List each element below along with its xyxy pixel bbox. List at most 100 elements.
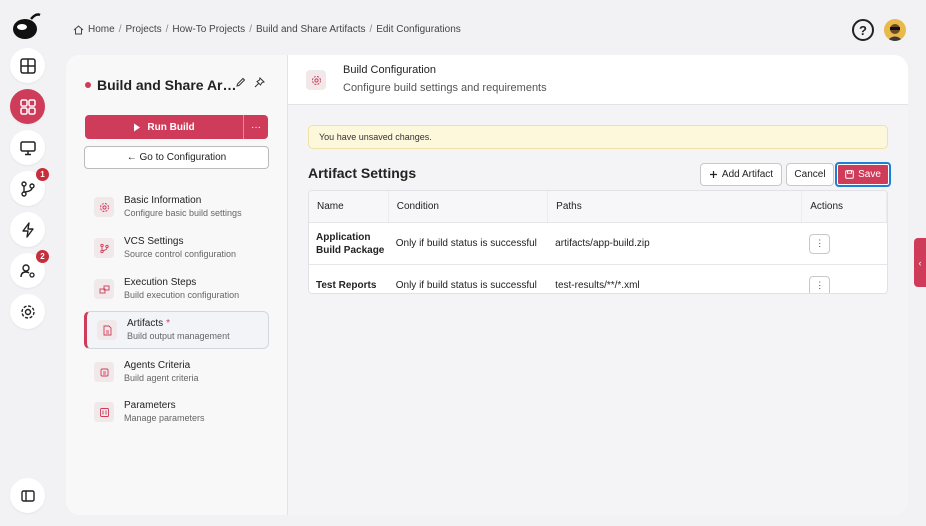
artifact-condition: Only if build status is successful [395,238,537,249]
artifact-actions: ⋮ [802,265,887,293]
nav-item-subtitle: Configure basic build settings [124,208,242,218]
help-button[interactable]: ? [852,19,874,41]
pin-icon[interactable] [254,77,265,88]
app-logo-icon[interactable] [11,11,41,41]
nav-item-title: VCS Settings [124,236,184,247]
page-title: Build Configuration [343,64,436,76]
breadcrumb-home[interactable]: Home [88,24,115,35]
column-header-condition[interactable]: Condition [388,191,549,222]
column-header-paths[interactable]: Paths [548,191,803,222]
edit-icon[interactable] [235,77,246,88]
breadcrumb-separator: / [165,24,169,35]
artifact-actions: ⋮ [802,223,887,264]
monitor-button[interactable] [10,130,45,165]
add-artifact-label: Add Artifact [721,169,774,180]
artifacts-table: Name Condition Paths Actions Application… [308,190,888,294]
nav-artifacts[interactable]: Artifacts * Build output management [84,311,269,349]
nav-item-subtitle: Build output management [127,331,230,341]
nav-item-subtitle: Build agent criteria [124,373,199,383]
artifact-paths: test-results/**/*.xml [555,280,640,291]
collapse-sidebar-button[interactable] [10,478,45,513]
save-icon [845,170,854,179]
home-icon[interactable] [73,24,84,35]
header-actions: ? [852,19,906,41]
unsaved-marker: * [166,318,171,329]
projects-button[interactable] [10,89,45,124]
row-actions-button[interactable]: ⋮ [809,233,831,254]
column-header-name[interactable]: Name [309,191,389,222]
user-gear-icon [19,263,35,278]
nav-vcs-settings[interactable]: VCS Settings Source control configuration [84,230,269,268]
add-artifact-button[interactable]: Add Artifact [700,163,782,186]
avatar[interactable] [884,19,906,41]
avatar-image [887,24,903,41]
user-settings-button[interactable]: 2 [10,250,49,288]
nav-parameters[interactable]: Parameters Manage parameters [84,394,269,432]
gear-icon [94,197,114,217]
sidebar-icon [20,489,35,502]
nav-item-title: Artifacts [127,318,164,329]
lightning-icon [21,221,34,238]
branch-icon [94,238,114,258]
steps-icon [94,279,114,299]
config-sidebar: Build and Share Ar… Run Build ··· ← Go t… [66,55,288,515]
triggers-button[interactable] [10,212,45,247]
users-count-badge: 2 [36,250,49,263]
gear-icon [20,304,35,319]
settings-button[interactable] [10,294,45,329]
main-card: Build and Share Ar… Run Build ··· ← Go t… [66,55,908,515]
save-button[interactable]: Save [835,162,891,187]
vcs-button[interactable]: 1 [10,168,49,206]
play-icon [134,123,141,131]
expand-panel-tab[interactable]: ‹ [914,238,926,287]
grid-icon [19,98,36,115]
nav-item-title: Parameters [124,400,176,411]
vcs-count-badge: 1 [36,168,49,181]
dashboard-button[interactable] [10,48,45,83]
page-subtitle: Configure build settings and requirement… [343,82,547,94]
nav-basic-information[interactable]: Basic Information Configure basic build s… [84,189,269,227]
artifact-name: Test Reports [316,280,377,291]
nav-rail: 1 2 [0,0,54,526]
file-icon [97,320,117,340]
row-actions-button[interactable]: ⋮ [809,275,831,293]
branch-icon [20,180,35,197]
nav-item-title-row: Artifacts * [127,318,230,329]
breadcrumb-projects[interactable]: Projects [125,24,161,35]
section-title: Artifact Settings [308,165,417,181]
config-title: Build and Share Ar… [97,77,237,93]
unsaved-changes-banner: You have unsaved changes. [308,125,888,149]
cancel-button[interactable]: Cancel [786,163,834,186]
breadcrumb-howto-projects[interactable]: How-To Projects [172,24,245,35]
monitor-icon [19,140,36,155]
breadcrumb-separator: / [369,24,373,35]
nav-item-title: Execution Steps [124,277,197,288]
save-label: Save [858,169,881,180]
breadcrumb-current: Edit Configurations [376,24,461,35]
plus-icon [709,171,717,178]
run-options-button[interactable]: ··· [244,115,268,139]
run-build-label: Run Build [147,121,195,133]
status-dot [85,82,91,88]
go-to-configuration-button[interactable]: ← Go to Configuration [84,146,269,169]
nav-item-subtitle: Manage parameters [124,413,205,423]
nav-item-title: Agents Criteria [124,360,191,371]
table-row: Test Reports Only if build status is suc… [309,265,887,293]
agent-icon [94,362,114,382]
help-icon: ? [859,22,867,38]
nav-execution-steps[interactable]: Execution Steps Build execution configura… [84,271,269,309]
gear-icon [306,70,326,90]
dashboard-icon [19,57,36,74]
run-build-button[interactable]: Run Build [85,115,244,139]
title-actions [235,77,265,88]
breadcrumb-separator: / [118,24,122,35]
table-row: Application Build Package Only if build … [309,223,887,265]
nav-agents-criteria[interactable]: Agents Criteria Build agent criteria [84,354,269,392]
breadcrumb-separator: / [249,24,252,35]
section-header: Build Configuration Configure build sett… [288,55,908,105]
breadcrumb: Home / Projects / How-To Projects / Buil… [73,24,461,35]
artifact-settings-panel: You have unsaved changes. Artifact Setti… [288,105,908,515]
params-icon [94,402,114,422]
breadcrumb-project[interactable]: Build and Share Artifacts [256,24,366,35]
artifact-name: Application Build Package [316,231,385,256]
